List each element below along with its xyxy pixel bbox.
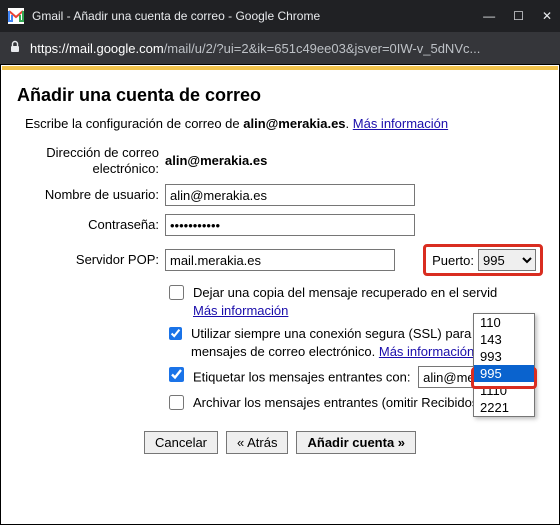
url-text: https://mail.google.com/mail/u/2/?ui=2&i… xyxy=(30,41,552,56)
password-label: Contraseña: xyxy=(17,217,165,233)
lock-icon xyxy=(8,40,22,57)
archive-label: Archivar los mensajes entrantes (omitir … xyxy=(193,394,483,412)
window-titlebar: Gmail - Añadir una cuenta de correo - Go… xyxy=(0,0,560,32)
port-option[interactable]: 993 xyxy=(474,348,534,365)
gmail-logo-icon xyxy=(8,8,24,24)
add-account-button[interactable]: Añadir cuenta » xyxy=(296,431,416,454)
email-address-value: alin@merakia.es xyxy=(165,153,267,168)
port-option[interactable]: 143 xyxy=(474,331,534,348)
label-incoming-label: Etiquetar los mensajes entrantes con: xyxy=(193,370,411,385)
pop-server-input[interactable] xyxy=(165,249,395,271)
accent-band xyxy=(2,66,558,70)
page-subtitle: Escribe la configuración de correo de al… xyxy=(17,116,543,145)
maximize-icon[interactable]: ☐ xyxy=(513,9,524,23)
button-row: Cancelar « Atrás Añadir cuenta » xyxy=(17,431,543,454)
minimize-icon[interactable]: — xyxy=(483,9,495,23)
username-label: Nombre de usuario: xyxy=(17,187,165,203)
address-bar[interactable]: https://mail.google.com/mail/u/2/?ui=2&i… xyxy=(0,32,560,64)
leave-copy-label: Dejar una copia del mensaje recuperado e… xyxy=(193,285,497,300)
username-input[interactable] xyxy=(165,184,415,206)
password-input[interactable] xyxy=(165,214,415,236)
label-incoming-checkbox[interactable] xyxy=(169,367,184,382)
port-highlight-box: Puerto: 995 xyxy=(423,244,543,276)
leave-copy-checkbox[interactable] xyxy=(169,285,184,300)
close-icon[interactable]: ✕ xyxy=(542,9,552,23)
archive-checkbox[interactable] xyxy=(169,395,184,410)
pop-server-label: Servidor POP: xyxy=(17,252,165,268)
cancel-button[interactable]: Cancelar xyxy=(144,431,218,454)
ssl-checkbox[interactable] xyxy=(169,326,182,341)
port-select[interactable]: 995 xyxy=(478,249,536,271)
back-button[interactable]: « Atrás xyxy=(226,431,288,454)
port-option[interactable]: 110 xyxy=(474,314,534,331)
leave-copy-more-info-link[interactable]: Más información xyxy=(193,303,288,318)
window-title: Gmail - Añadir una cuenta de correo - Go… xyxy=(32,9,475,23)
port-option[interactable]: 1110 xyxy=(474,382,534,399)
port-option-selected[interactable]: 995 xyxy=(474,365,534,382)
page-title: Añadir una cuenta de correo xyxy=(17,79,543,116)
page-content: Añadir una cuenta de correo Escribe la c… xyxy=(0,64,560,525)
window-controls: — ☐ ✕ xyxy=(483,9,552,23)
email-address-label: Dirección de correo electrónico: xyxy=(17,145,165,176)
more-info-link[interactable]: Más información xyxy=(353,116,448,131)
ssl-more-info-link[interactable]: Más información xyxy=(379,344,474,359)
port-label: Puerto: xyxy=(432,253,474,268)
port-dropdown-menu[interactable]: 110 143 993 995 1110 2221 xyxy=(473,313,535,417)
port-option[interactable]: 2221 xyxy=(474,399,534,416)
